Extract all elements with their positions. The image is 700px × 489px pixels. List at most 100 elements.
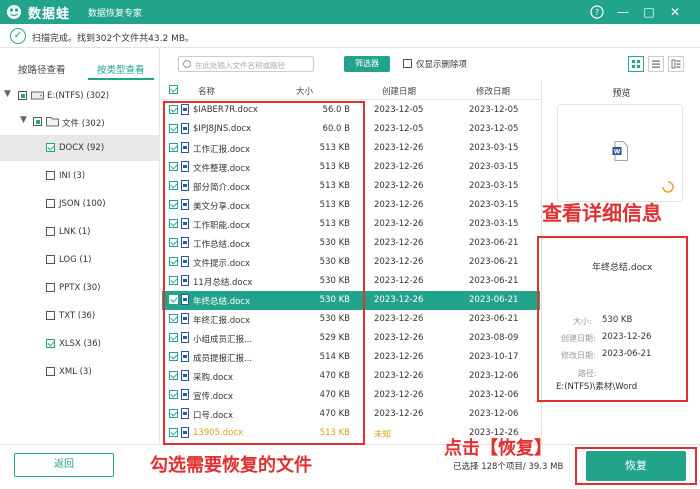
- chevron-down-icon[interactable]: ▼: [20, 115, 27, 125]
- table-row[interactable]: 美文分享.docx 513 KB 2023-12-26 2023-03-15: [162, 196, 540, 215]
- row-checkbox[interactable]: [169, 409, 178, 418]
- table-row[interactable]: 文件整理.docx 513 KB 2023-12-26 2023-03-15: [162, 158, 540, 177]
- tree-item-folder[interactable]: ▼ 文件 (302): [0, 109, 160, 135]
- table-row[interactable]: 成员提报汇报... 514 KB 2023-12-26 2023-10-17: [162, 348, 540, 367]
- table-row[interactable]: 工作职能.docx 513 KB 2023-12-26 2023-03-15: [162, 215, 540, 234]
- column-created-header[interactable]: 创建日期: [382, 85, 416, 97]
- filter-button[interactable]: 筛选器: [344, 56, 390, 72]
- deleted-only-checkbox[interactable]: [403, 59, 412, 68]
- table-row[interactable]: 部分简介.docx 513 KB 2023-12-26 2023-03-15: [162, 177, 540, 196]
- help-icon[interactable]: ?: [588, 3, 606, 21]
- chevron-down-icon[interactable]: ▼: [4, 89, 11, 99]
- svg-text:W: W: [614, 149, 621, 156]
- row-checkbox[interactable]: [169, 333, 178, 342]
- file-modified: 2023-06-21: [469, 295, 519, 305]
- row-checkbox[interactable]: [169, 276, 178, 285]
- row-checkbox[interactable]: [169, 371, 178, 380]
- modified-label: 修改日期:: [561, 351, 596, 360]
- tree-item-type[interactable]: XML (3): [0, 359, 160, 385]
- minimize-icon[interactable]: —: [614, 3, 632, 21]
- select-all-checkbox[interactable]: [169, 85, 178, 94]
- folder-checkbox[interactable]: [33, 117, 42, 126]
- column-name-header[interactable]: 名称: [198, 85, 215, 97]
- type-checkbox[interactable]: [46, 227, 55, 236]
- tree-item-type[interactable]: TXT (36): [0, 303, 160, 329]
- column-modified-header[interactable]: 修改日期: [476, 85, 510, 97]
- maximize-icon[interactable]: □: [640, 3, 658, 21]
- file-name: 部分简介.docx: [193, 183, 251, 193]
- tab-by-path[interactable]: 按路径查看: [18, 62, 66, 76]
- row-checkbox[interactable]: [169, 428, 178, 437]
- tree-item-type[interactable]: XLSX (36): [0, 331, 160, 357]
- file-modified: 2023-12-06: [469, 409, 519, 419]
- detail-view-icon[interactable]: [668, 56, 684, 72]
- row-checkbox[interactable]: [169, 390, 178, 399]
- row-checkbox[interactable]: [169, 162, 178, 171]
- row-checkbox[interactable]: [169, 257, 178, 266]
- search-input[interactable]: 在此处输入文件名称或路径: [178, 56, 314, 72]
- table-row[interactable]: 11月总结.docx 530 KB 2023-12-26 2023-06-21: [162, 272, 540, 291]
- file-size: 529 KB: [319, 333, 350, 343]
- row-checkbox[interactable]: [169, 200, 178, 209]
- row-checkbox[interactable]: [169, 105, 178, 114]
- tree-type-label: TXT (36): [59, 311, 96, 321]
- row-checkbox[interactable]: [169, 143, 178, 152]
- table-row[interactable]: $IPJ8JNS.docx 60.0 B 2023-12-05 2023-12-05: [162, 120, 540, 139]
- close-icon[interactable]: ✕: [666, 3, 684, 21]
- word-file-icon: [181, 370, 189, 381]
- file-modified: 2023-03-15: [469, 162, 519, 172]
- loading-icon: [662, 181, 674, 193]
- drive-checkbox[interactable]: [18, 91, 27, 100]
- created-label: 创建日期:: [561, 334, 596, 343]
- tree-item-type[interactable]: DOCX (92): [0, 135, 160, 161]
- tab-by-type[interactable]: 按类型查看: [97, 62, 145, 76]
- back-button[interactable]: 返回: [14, 453, 114, 477]
- column-size-header[interactable]: 大小: [296, 85, 313, 97]
- type-checkbox[interactable]: [46, 255, 55, 264]
- row-checkbox[interactable]: [169, 314, 178, 323]
- word-file-icon: [181, 104, 189, 115]
- row-checkbox[interactable]: [169, 181, 178, 190]
- tree-item-type[interactable]: INI (3): [0, 163, 160, 189]
- list-view-icon[interactable]: [648, 56, 664, 72]
- tree-item-type[interactable]: PPTX (30): [0, 275, 160, 301]
- table-row[interactable]: 宣传.docx 470 KB 2023-12-26 2023-12-06: [162, 386, 540, 405]
- word-file-icon: [181, 294, 189, 305]
- row-checkbox[interactable]: [169, 352, 178, 361]
- row-checkbox[interactable]: [169, 238, 178, 247]
- table-row[interactable]: 年终汇报.docx 530 KB 2023-12-26 2023-06-21: [162, 310, 540, 329]
- file-name: 成员提报汇报...: [193, 354, 253, 364]
- type-checkbox[interactable]: [46, 171, 55, 180]
- grid-view-icon[interactable]: [628, 56, 644, 72]
- search-icon: [183, 60, 191, 68]
- tree-item-type[interactable]: LNK (1): [0, 219, 160, 245]
- table-row[interactable]: 小组成员汇报... 529 KB 2023-12-26 2023-08-09: [162, 329, 540, 348]
- table-row[interactable]: 口号.docx 470 KB 2023-12-26 2023-12-06: [162, 405, 540, 424]
- type-checkbox[interactable]: [46, 143, 55, 152]
- row-checkbox[interactable]: [169, 124, 178, 133]
- table-row[interactable]: 文件提示.docx 530 KB 2023-12-26 2023-06-21: [162, 253, 540, 272]
- word-file-icon: [181, 142, 189, 153]
- scan-status-bar: ✓ 扫描完成。找到302个文件共43.2 MB。: [0, 24, 700, 48]
- table-row[interactable]: $IABER7R.docx 56.0 B 2023-12-05 2023-12-05: [162, 101, 540, 120]
- type-checkbox[interactable]: [46, 199, 55, 208]
- annotation-click-text: 点击【恢复】: [444, 438, 552, 459]
- table-row-selected[interactable]: 年终总结.docx 530 KB 2023-12-26 2023-06-21: [162, 291, 540, 310]
- type-checkbox[interactable]: [46, 339, 55, 348]
- tree-item-drive[interactable]: ▼ E:(NTFS) (302): [0, 83, 160, 109]
- tree-item-type[interactable]: LOG (1): [0, 247, 160, 273]
- row-checkbox[interactable]: [169, 219, 178, 228]
- file-created: 2023-12-26: [374, 257, 424, 267]
- recover-button[interactable]: 恢复: [586, 451, 686, 481]
- table-row[interactable]: 采购.docx 470 KB 2023-12-26 2023-12-06: [162, 367, 540, 386]
- tree-folder-label: 文件 (302): [62, 119, 105, 129]
- table-row[interactable]: 工作汇报.docx 513 KB 2023-12-26 2023-03-15: [162, 139, 540, 158]
- table-row[interactable]: 工作总结.docx 530 KB 2023-12-26 2023-06-21: [162, 234, 540, 253]
- table-header: 名称 大小 创建日期 修改日期: [162, 80, 540, 100]
- type-checkbox[interactable]: [46, 311, 55, 320]
- modified-value: 2023-06-21: [602, 349, 652, 359]
- row-checkbox[interactable]: [169, 295, 178, 304]
- type-checkbox[interactable]: [46, 367, 55, 376]
- tree-item-type[interactable]: JSON (100): [0, 191, 160, 217]
- type-checkbox[interactable]: [46, 283, 55, 292]
